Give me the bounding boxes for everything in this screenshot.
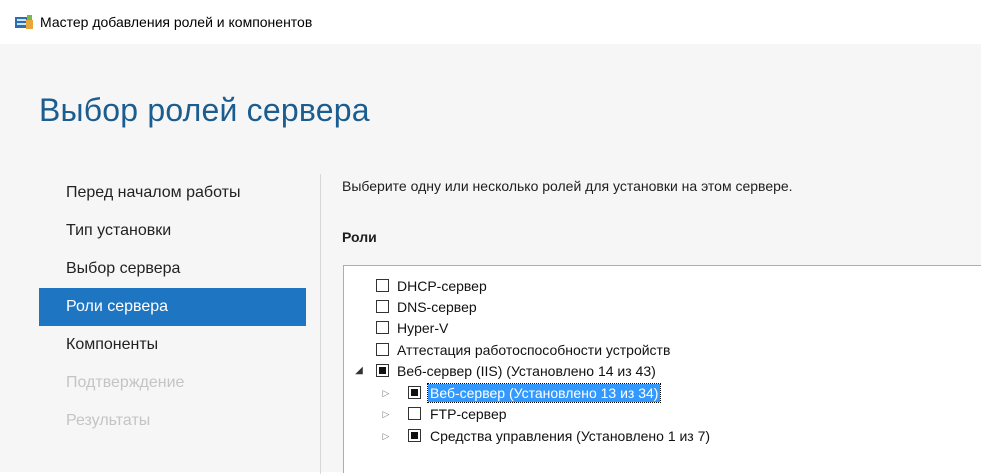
role-checkbox[interactable] (408, 429, 421, 442)
roles-tree[interactable]: DHCP-сервер DNS-сервер Hyper-V Аттестаци… (343, 265, 981, 473)
server-wizard-icon (15, 15, 33, 29)
role-label: Hyper-V (397, 320, 449, 336)
title-bar: Мастер добавления ролей и компонентов (0, 0, 981, 44)
nav-step-features[interactable]: Компоненты (39, 326, 306, 364)
window-title: Мастер добавления ролей и компонентов (40, 14, 313, 30)
wizard-content: Выбор ролей сервера Перед началом работы… (0, 44, 981, 474)
role-label: Аттестация работоспособности устройств (397, 342, 671, 358)
role-checkbox[interactable] (408, 386, 421, 399)
role-label: DNS-сервер (397, 299, 477, 315)
expanded-triangle-icon[interactable]: ◢ (354, 365, 364, 377)
role-label: Средства управления (Установлено 1 из 7) (430, 428, 711, 444)
wizard-steps-nav: Перед началом работы Тип установки Выбор… (39, 174, 306, 440)
role-label: FTP-сервер (430, 406, 507, 422)
roles-label: Роли (342, 229, 377, 245)
nav-step-before-you-begin[interactable]: Перед началом работы (39, 174, 306, 212)
instruction-text: Выберите одну или несколько ролей для ус… (342, 178, 793, 194)
role-checkbox[interactable] (376, 279, 389, 292)
role-label: Веб-сервер (Установлено 13 из 34) (426, 383, 662, 403)
page-title: Выбор ролей сервера (39, 92, 370, 128)
nav-step-results: Результаты (66, 412, 151, 429)
nav-step-confirmation: Подтверждение (66, 374, 185, 391)
nav-step-server-roles[interactable]: Роли сервера (39, 288, 306, 326)
role-checkbox[interactable] (376, 343, 389, 356)
role-label: Веб-сервер (IIS) (Установлено 14 из 43) (397, 363, 656, 379)
role-checkbox[interactable] (376, 321, 389, 334)
collapsed-triangle-icon[interactable]: ▷ (381, 408, 391, 420)
role-checkbox[interactable] (376, 364, 389, 377)
role-label: DHCP-сервер (397, 278, 487, 294)
nav-divider (320, 174, 321, 474)
collapsed-triangle-icon[interactable]: ▷ (381, 387, 391, 399)
role-checkbox[interactable] (408, 407, 421, 420)
nav-step-installation-type[interactable]: Тип установки (39, 212, 306, 250)
role-checkbox[interactable] (376, 300, 389, 313)
nav-step-server-selection[interactable]: Выбор сервера (39, 250, 306, 288)
collapsed-triangle-icon[interactable]: ▷ (381, 430, 391, 442)
